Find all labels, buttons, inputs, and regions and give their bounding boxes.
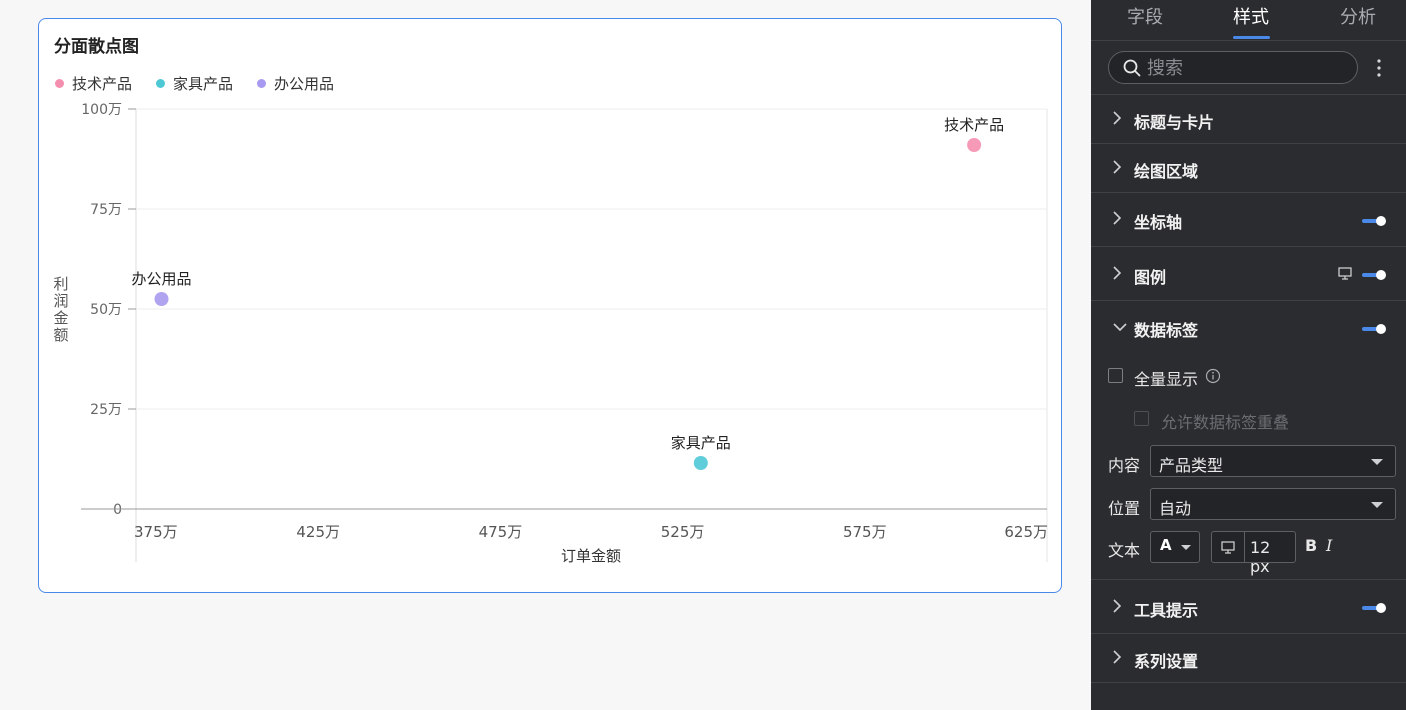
data-label: 家具产品 bbox=[671, 434, 731, 452]
show-all-label: 全量显示 bbox=[1134, 370, 1199, 389]
x-axis-title: 订单金额 bbox=[561, 547, 621, 565]
tooltip-toggle[interactable] bbox=[1362, 603, 1386, 613]
chevron-right-icon bbox=[1113, 266, 1121, 280]
font-size-value: 12 px bbox=[1250, 538, 1271, 576]
chevron-right-icon bbox=[1113, 211, 1121, 225]
y-tick-label: 75万 bbox=[90, 202, 122, 218]
position-label: 位置 bbox=[1108, 499, 1141, 518]
italic-button[interactable]: I bbox=[1326, 536, 1332, 555]
tab-analysis[interactable]: 分析 bbox=[1340, 3, 1376, 29]
x-tick-label: 475万 bbox=[479, 523, 523, 541]
caret-down-icon bbox=[1181, 545, 1191, 550]
x-tick-label: 375万 bbox=[134, 523, 178, 541]
caret-down-icon bbox=[1371, 459, 1383, 465]
monitor-icon bbox=[1221, 541, 1235, 554]
bold-button[interactable]: B bbox=[1305, 536, 1317, 555]
info-icon[interactable] bbox=[1205, 368, 1221, 384]
position-select[interactable]: 自动 bbox=[1150, 488, 1396, 520]
show-all-checkbox[interactable] bbox=[1108, 368, 1123, 383]
search-box[interactable] bbox=[1108, 51, 1358, 84]
scatter-point bbox=[967, 138, 982, 152]
section-legend[interactable]: 图例 bbox=[1091, 247, 1406, 301]
search-input[interactable] bbox=[1147, 56, 1347, 80]
more-vertical-icon[interactable] bbox=[1374, 57, 1384, 79]
axis-toggle[interactable] bbox=[1362, 216, 1386, 226]
section-title-card[interactable]: 标题与卡片 bbox=[1091, 95, 1406, 144]
panel-tabs: 字段 样式 分析 bbox=[1091, 0, 1406, 41]
section-label-plot-area: 绘图区域 bbox=[1134, 162, 1199, 181]
allow-overlap-checkbox[interactable] bbox=[1134, 411, 1149, 426]
y-tick-label: 25万 bbox=[90, 402, 122, 418]
style-panel: 字段 样式 分析 标题与卡片 绘图区域 坐标轴 bbox=[1091, 0, 1406, 710]
content-select[interactable]: 产品类型 bbox=[1150, 445, 1396, 477]
section-data-labels: 数据标签 全量显示 允许数据标签重叠 内容 产品类型 位置 自动 文本 A 12… bbox=[1091, 301, 1406, 580]
search-row bbox=[1091, 41, 1406, 95]
caret-down-icon bbox=[1371, 502, 1383, 508]
y-tick-label: 0 bbox=[113, 502, 122, 518]
chevron-down-icon[interactable] bbox=[1113, 323, 1127, 331]
search-icon bbox=[1123, 59, 1141, 77]
x-tick-label: 625万 bbox=[1004, 523, 1048, 541]
x-tick-label: 575万 bbox=[843, 523, 887, 541]
y-axis-title: 额 bbox=[53, 326, 68, 344]
section-plot-area[interactable]: 绘图区域 bbox=[1091, 144, 1406, 193]
tab-fields[interactable]: 字段 bbox=[1127, 3, 1163, 29]
allow-overlap-label: 允许数据标签重叠 bbox=[1161, 413, 1290, 432]
size-divider bbox=[1244, 532, 1245, 562]
y-axis-title: 金 bbox=[53, 309, 68, 327]
data-label: 技术产品 bbox=[944, 116, 1004, 134]
section-label-data-labels[interactable]: 数据标签 bbox=[1134, 317, 1198, 341]
section-axis[interactable]: 坐标轴 bbox=[1091, 193, 1406, 247]
text-style-row: A 12 px B I bbox=[1091, 531, 1406, 576]
section-label-tooltip: 工具提示 bbox=[1134, 601, 1199, 620]
monitor-icon[interactable] bbox=[1338, 267, 1352, 280]
section-series[interactable]: 系列设置 bbox=[1091, 634, 1406, 683]
scatter-plot: 0 25万 50万 75万 100万 375万 425万 475万 525万 575万 625万订单… bbox=[53, 102, 1048, 565]
report-canvas: 分面散点图 技术产品 家具产品 办公用品 0 25万 50万 75万 100万 375万 4… bbox=[0, 0, 1091, 710]
section-label-axis: 坐标轴 bbox=[1134, 213, 1183, 232]
section-label-series: 系列设置 bbox=[1134, 652, 1199, 671]
chevron-right-icon bbox=[1113, 160, 1121, 174]
chevron-right-icon bbox=[1113, 599, 1121, 613]
chart-card[interactable]: 分面散点图 技术产品 家具产品 办公用品 0 25万 50万 75万 100万 375万 4… bbox=[38, 18, 1062, 593]
data-labels-toggle[interactable] bbox=[1362, 324, 1386, 334]
scatter-point bbox=[154, 292, 169, 306]
section-label-legend: 图例 bbox=[1134, 268, 1167, 287]
section-label-title-card: 标题与卡片 bbox=[1134, 113, 1215, 132]
active-tab-indicator bbox=[1233, 36, 1270, 39]
font-color-letter: A bbox=[1160, 536, 1172, 554]
y-tick-label: 50万 bbox=[90, 302, 122, 318]
chevron-right-icon bbox=[1113, 650, 1121, 664]
section-tooltip[interactable]: 工具提示 bbox=[1091, 580, 1406, 634]
x-tick-label: 525万 bbox=[661, 523, 705, 541]
x-tick-label: 425万 bbox=[296, 523, 340, 541]
position-select-value: 自动 bbox=[1159, 499, 1192, 518]
chevron-right-icon bbox=[1113, 111, 1121, 125]
y-axis-title: 润 bbox=[53, 292, 68, 310]
content-select-value: 产品类型 bbox=[1159, 456, 1224, 475]
data-label: 办公用品 bbox=[132, 270, 192, 288]
content-label: 内容 bbox=[1108, 456, 1141, 475]
font-size-input[interactable]: 12 px bbox=[1211, 531, 1296, 576]
y-axis-title: 利 bbox=[53, 275, 68, 293]
tab-style[interactable]: 样式 bbox=[1233, 3, 1269, 29]
font-color-picker[interactable]: A bbox=[1150, 531, 1200, 563]
legend-toggle[interactable] bbox=[1362, 270, 1386, 280]
y-tick-label: 100万 bbox=[81, 102, 122, 118]
scatter-point bbox=[693, 456, 708, 470]
